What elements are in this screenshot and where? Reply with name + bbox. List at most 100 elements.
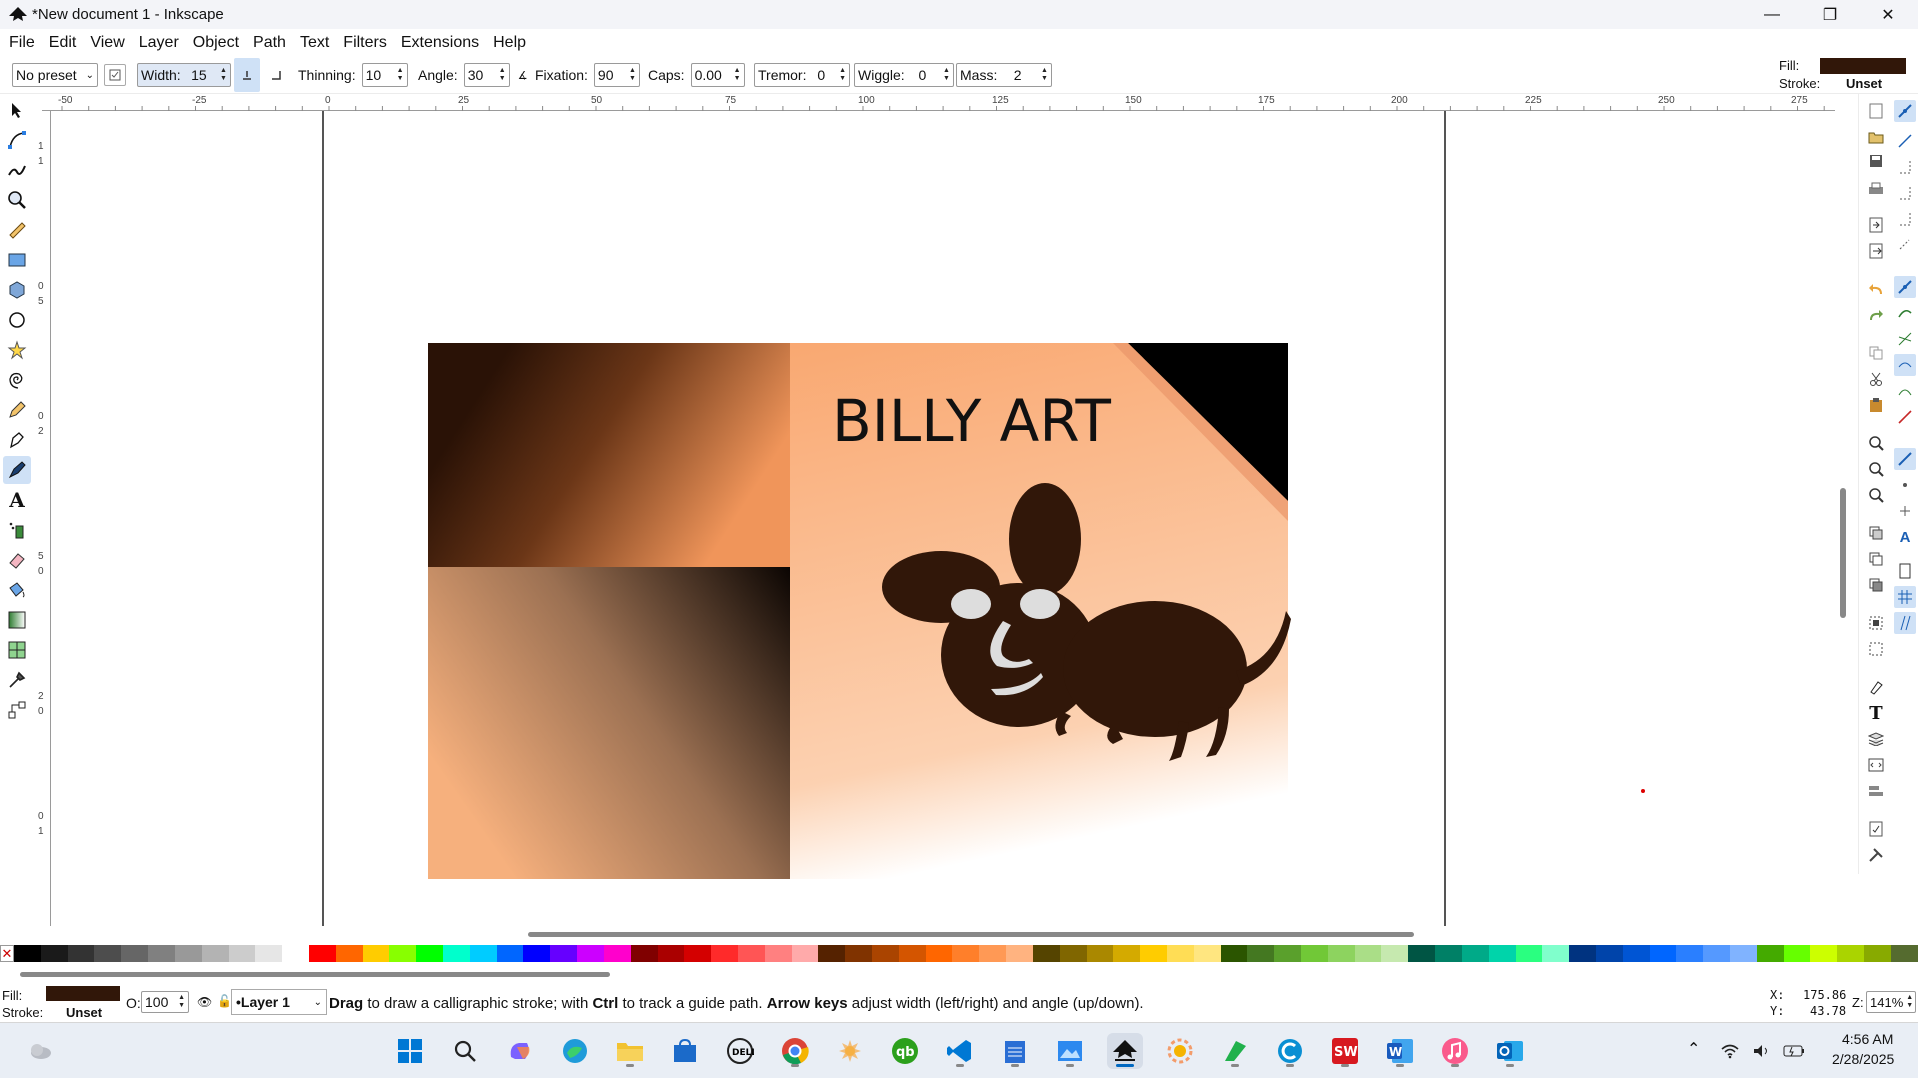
snap-others-icon[interactable]: [1894, 448, 1916, 470]
palette-swatch[interactable]: [952, 945, 980, 962]
palette-swatch[interactable]: [1542, 945, 1570, 962]
ellipse-tool-icon[interactable]: [3, 306, 31, 334]
palette-swatch[interactable]: [389, 945, 417, 962]
inkscape-taskbar-icon[interactable]: [1107, 1033, 1143, 1069]
cut-icon[interactable]: [1865, 368, 1887, 390]
star-tool-icon[interactable]: [3, 336, 31, 364]
xml-editor-icon[interactable]: [1865, 754, 1887, 776]
current-layer-select[interactable]: •Layer 1 ⌄: [231, 989, 327, 1015]
weather-widget-icon[interactable]: [22, 1033, 58, 1069]
palette-swatch[interactable]: [148, 945, 175, 962]
battery-icon[interactable]: [1782, 1033, 1806, 1069]
palette-swatch[interactable]: [1864, 945, 1891, 962]
thinning-spinbox[interactable]: 10 ▲ ▼: [361, 63, 408, 87]
fill-swatch[interactable]: [46, 986, 120, 1001]
palette-swatch[interactable]: [469, 945, 497, 962]
layer-lock-icon[interactable]: 🔓: [217, 994, 232, 1008]
width-spinbox[interactable]: Width: 15 ▲ ▼: [137, 63, 231, 87]
palette-swatch[interactable]: [1006, 945, 1033, 962]
palette-swatch[interactable]: [523, 945, 551, 962]
palette-swatch[interactable]: [764, 945, 792, 962]
palette-swatch[interactable]: [1595, 945, 1623, 962]
palette-swatch[interactable]: [1649, 945, 1677, 962]
word-icon[interactable]: W: [1382, 1033, 1418, 1069]
top-fill-swatch[interactable]: [1820, 58, 1906, 74]
palette-swatch[interactable]: [818, 945, 846, 962]
snap-page-border-icon[interactable]: [1894, 560, 1916, 582]
mass-spinbox[interactable]: Mass: 2 ▲ ▼: [956, 63, 1052, 87]
menu-text[interactable]: Text: [293, 34, 336, 52]
horizontal-ruler[interactable]: -50 -25 0 25 50 75 100 125 150 175 200 2…: [42, 94, 1835, 111]
measure-tool-icon[interactable]: [3, 216, 31, 244]
palette-swatch[interactable]: [228, 945, 256, 962]
green-app-icon[interactable]: [1217, 1033, 1253, 1069]
chrome-icon[interactable]: [777, 1033, 813, 1069]
palette-scrollbar[interactable]: [20, 972, 610, 977]
copy-icon[interactable]: [1865, 342, 1887, 364]
layers-icon[interactable]: [1865, 728, 1887, 750]
vertical-scrollbar[interactable]: [1840, 488, 1846, 618]
menu-path[interactable]: Path: [246, 34, 293, 52]
spiral-tool-icon[interactable]: [3, 366, 31, 394]
palette-swatch[interactable]: [979, 945, 1007, 962]
selector-tool-icon[interactable]: [3, 96, 31, 124]
palette-swatch[interactable]: [335, 945, 363, 962]
minimize-button[interactable]: —: [1744, 0, 1800, 29]
preset-select[interactable]: No preset ⌄: [12, 63, 98, 87]
palette-swatch[interactable]: [1327, 945, 1355, 962]
snap-cusp-nodes-icon[interactable]: [1894, 354, 1916, 376]
tray-overflow-chevron-icon[interactable]: ⌃: [1687, 1039, 1700, 1059]
document-properties-icon[interactable]: [1865, 818, 1887, 840]
rect-tool-icon[interactable]: [3, 246, 31, 274]
spray-tool-icon[interactable]: [3, 516, 31, 544]
vscode-icon[interactable]: [942, 1033, 978, 1069]
clock-time[interactable]: 4:56 AM: [1842, 1031, 1893, 1047]
undo-icon[interactable]: [1865, 278, 1887, 300]
group-icon[interactable]: [1865, 612, 1887, 634]
snap-line-midpoints-icon[interactable]: [1894, 406, 1916, 428]
palette-swatch[interactable]: [1461, 945, 1489, 962]
open-document-icon[interactable]: [1865, 126, 1887, 148]
palette-swatch[interactable]: [443, 945, 470, 962]
angle-spinbox[interactable]: 30 ▲ ▼: [463, 63, 510, 87]
palette-swatch[interactable]: [1890, 945, 1918, 962]
palette-swatch[interactable]: [603, 945, 631, 962]
palette-swatch[interactable]: [1354, 945, 1382, 962]
windows-start-icon[interactable]: [392, 1033, 428, 1069]
vertical-ruler[interactable]: 1 1 0 5 0 2 5 0 2 0 0 1: [35, 111, 51, 926]
zoom-drawing-icon[interactable]: [1865, 458, 1887, 480]
no-paint-swatch[interactable]: ✕: [0, 945, 14, 962]
redo-icon[interactable]: [1865, 304, 1887, 326]
palette-swatch[interactable]: [255, 945, 283, 962]
palette-swatch[interactable]: [1220, 945, 1248, 962]
microsoft-store-icon[interactable]: [667, 1033, 703, 1069]
palette-swatch[interactable]: [362, 945, 390, 962]
tweak-tool-icon[interactable]: [3, 156, 31, 184]
export-icon[interactable]: [1865, 240, 1887, 262]
palette-swatch[interactable]: [1837, 945, 1865, 962]
preferences-icon[interactable]: [1865, 844, 1887, 866]
palette-swatch[interactable]: [872, 945, 899, 962]
node-tool-icon[interactable]: [3, 126, 31, 154]
palette-swatch[interactable]: [14, 945, 41, 962]
image-viewer-icon[interactable]: [1052, 1033, 1088, 1069]
menu-extensions[interactable]: Extensions: [394, 34, 486, 52]
menu-filters[interactable]: Filters: [336, 34, 394, 52]
snap-bbox-centers-icon[interactable]: [1894, 234, 1916, 256]
palette-swatch[interactable]: [630, 945, 658, 962]
quickbooks-icon[interactable]: qb: [887, 1033, 923, 1069]
palette-swatch[interactable]: [550, 945, 578, 962]
pen-tool-icon[interactable]: [3, 426, 31, 454]
palette-swatch[interactable]: [308, 945, 336, 962]
mesh-tool-icon[interactable]: [3, 636, 31, 664]
calligraphy-tool-icon[interactable]: [3, 456, 31, 484]
palette-swatch[interactable]: [845, 945, 872, 962]
opacity-spinbox[interactable]: 100 ▲ ▼: [141, 991, 189, 1013]
palette-swatch[interactable]: [1810, 945, 1838, 962]
paint-bucket-tool-icon[interactable]: [3, 576, 31, 604]
text-font-icon[interactable]: T: [1865, 702, 1887, 724]
close-button[interactable]: ✕: [1860, 0, 1916, 29]
save-document-icon[interactable]: [1865, 150, 1887, 172]
palette-swatch[interactable]: [577, 945, 604, 962]
zoom-spinbox[interactable]: 141% ▲ ▼: [1866, 991, 1916, 1013]
